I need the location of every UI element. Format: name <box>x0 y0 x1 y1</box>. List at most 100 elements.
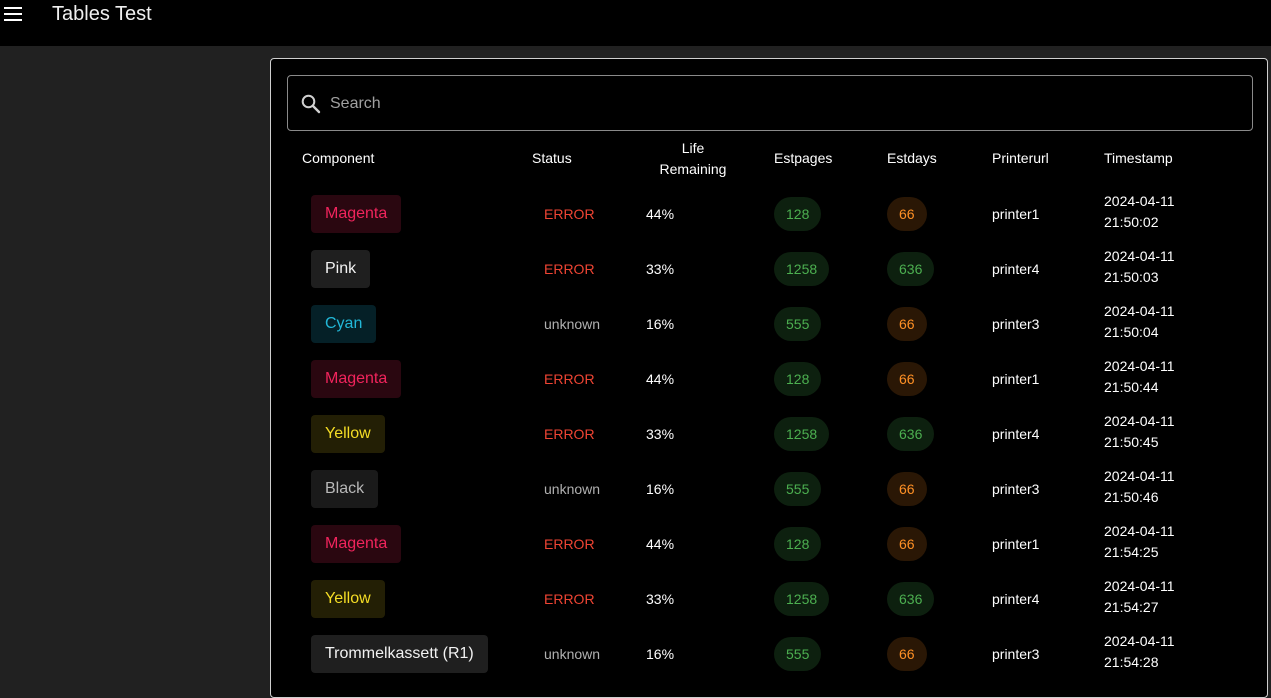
app-title: Tables Test <box>52 3 152 25</box>
timestamp: 2024-04-11 21:50:04 <box>1104 301 1204 343</box>
timestamp: 2024-04-11 21:50:44 <box>1104 356 1204 398</box>
component-chip: Magenta <box>311 525 402 563</box>
timestamp-time: 21:50:04 <box>1104 324 1159 340</box>
status-text: unknown <box>544 646 601 662</box>
estpages-badge: 1258 <box>774 417 830 451</box>
estpages-badge: 555 <box>774 307 822 341</box>
search-box[interactable] <box>287 75 1253 131</box>
column-header-life-remaining[interactable]: Life Remaining <box>648 138 738 180</box>
printer-url: printer1 <box>992 371 1040 387</box>
estdays-badge: 66 <box>887 307 927 341</box>
column-header-timestamp[interactable]: Timestamp <box>1104 150 1173 166</box>
printer-url: printer1 <box>992 536 1040 552</box>
printer-url: printer3 <box>992 316 1040 332</box>
estdays-badge: 636 <box>887 582 935 616</box>
estdays-badge: 66 <box>887 527 927 561</box>
status-text: ERROR <box>544 371 595 387</box>
timestamp: 2024-04-11 21:50:03 <box>1104 246 1204 288</box>
table-card: Component Status Life Remaining Estpages… <box>270 58 1268 698</box>
table-row: Black unknown 16% 555 66 printer3 2024-04-11 21… <box>271 462 1267 517</box>
estpages-badge: 128 <box>774 197 822 231</box>
timestamp-time: 21:50:03 <box>1104 269 1159 285</box>
status-text: unknown <box>544 481 601 497</box>
estpages-badge: 1258 <box>774 582 830 616</box>
component-chip: Trommelkassett (R1) <box>311 635 488 673</box>
timestamp: 2024-04-11 21:54:28 <box>1104 631 1204 673</box>
printer-url: printer1 <box>992 206 1040 222</box>
timestamp-time: 21:50:44 <box>1104 379 1159 395</box>
timestamp-date: 2024-04-11 <box>1104 633 1175 649</box>
table-row: Magenta ERROR 44% 128 66 printer1 2024-04-11 21… <box>271 517 1267 572</box>
estpages-badge: 555 <box>774 472 822 506</box>
status-text: unknown <box>544 316 601 332</box>
printer-url: printer3 <box>992 646 1040 662</box>
timestamp: 2024-04-11 21:50:45 <box>1104 411 1204 453</box>
timestamp-time: 21:50:02 <box>1104 214 1159 230</box>
timestamp-time: 21:50:45 <box>1104 434 1159 450</box>
search-icon <box>301 94 321 114</box>
status-text: ERROR <box>544 426 595 442</box>
component-chip: Black <box>311 470 379 508</box>
life-remaining: 33% <box>646 426 675 442</box>
search-input[interactable] <box>328 88 1232 120</box>
timestamp-date: 2024-04-11 <box>1104 358 1175 374</box>
column-header-component[interactable]: Component <box>302 150 374 166</box>
menu-icon[interactable] <box>4 6 22 22</box>
life-remaining: 44% <box>646 206 675 222</box>
estpages-badge: 1258 <box>774 252 830 286</box>
timestamp-date: 2024-04-11 <box>1104 193 1175 209</box>
life-remaining: 44% <box>646 536 675 552</box>
component-chip: Magenta <box>311 360 402 398</box>
timestamp-time: 21:50:46 <box>1104 489 1159 505</box>
table-row: Yellow ERROR 33% 1258 636 printer4 2024-04-11 2… <box>271 572 1267 627</box>
timestamp-time: 21:54:25 <box>1104 544 1159 560</box>
table-row: Cyan unknown 16% 555 66 printer3 2024-04-11 21:… <box>271 297 1267 352</box>
estdays-badge: 66 <box>887 472 927 506</box>
table-row: Pink ERROR 33% 1258 636 printer4 2024-04-11 21:… <box>271 242 1267 297</box>
timestamp: 2024-04-11 21:50:46 <box>1104 466 1204 508</box>
estdays-badge: 66 <box>887 362 927 396</box>
life-remaining: 16% <box>646 481 675 497</box>
component-chip: Magenta <box>311 195 402 233</box>
timestamp-date: 2024-04-11 <box>1104 303 1175 319</box>
life-remaining: 33% <box>646 261 675 277</box>
timestamp: 2024-04-11 21:54:27 <box>1104 576 1204 618</box>
life-remaining: 44% <box>646 371 675 387</box>
printer-url: printer3 <box>992 481 1040 497</box>
status-text: ERROR <box>544 261 595 277</box>
estdays-badge: 66 <box>887 637 927 671</box>
column-header-status[interactable]: Status <box>532 150 572 166</box>
estdays-badge: 636 <box>887 252 935 286</box>
component-chip: Yellow <box>311 415 385 453</box>
status-text: ERROR <box>544 206 595 222</box>
printer-url: printer4 <box>992 261 1040 277</box>
printer-url: printer4 <box>992 591 1040 607</box>
timestamp-date: 2024-04-11 <box>1104 248 1175 264</box>
estdays-badge: 66 <box>887 197 927 231</box>
timestamp: 2024-04-11 21:54:25 <box>1104 521 1204 563</box>
column-header-life-line2: Remaining <box>659 161 727 177</box>
life-remaining: 16% <box>646 646 675 662</box>
component-chip: Yellow <box>311 580 385 618</box>
timestamp-time: 21:54:28 <box>1104 654 1159 670</box>
timestamp-date: 2024-04-11 <box>1104 413 1175 429</box>
component-chip: Pink <box>311 250 371 288</box>
table-row: Magenta ERROR 44% 128 66 printer1 2024-04-11 21… <box>271 187 1267 242</box>
status-text: ERROR <box>544 591 595 607</box>
timestamp-date: 2024-04-11 <box>1104 578 1175 594</box>
table-row: Trommelkassett (R1) unknown 16% 555 66 printe… <box>271 627 1267 682</box>
table-row: Yellow ERROR 33% 1258 636 printer4 2024-04-11 2… <box>271 407 1267 462</box>
timestamp-date: 2024-04-11 <box>1104 523 1175 539</box>
life-remaining: 33% <box>646 591 675 607</box>
table-row: Magenta ERROR 44% 128 66 printer1 2024-04-11 21… <box>271 352 1267 407</box>
column-header-printerurl[interactable]: Printerurl <box>992 150 1049 166</box>
column-header-estpages[interactable]: Estpages <box>774 150 832 166</box>
timestamp-date: 2024-04-11 <box>1104 468 1175 484</box>
column-header-estdays[interactable]: Estdays <box>887 150 937 166</box>
app-bar: Tables Test <box>0 0 1271 46</box>
life-remaining: 16% <box>646 316 675 332</box>
column-header-life-line1: Life <box>681 140 705 156</box>
printer-url: printer4 <box>992 426 1040 442</box>
status-text: ERROR <box>544 536 595 552</box>
estpages-badge: 555 <box>774 637 822 671</box>
